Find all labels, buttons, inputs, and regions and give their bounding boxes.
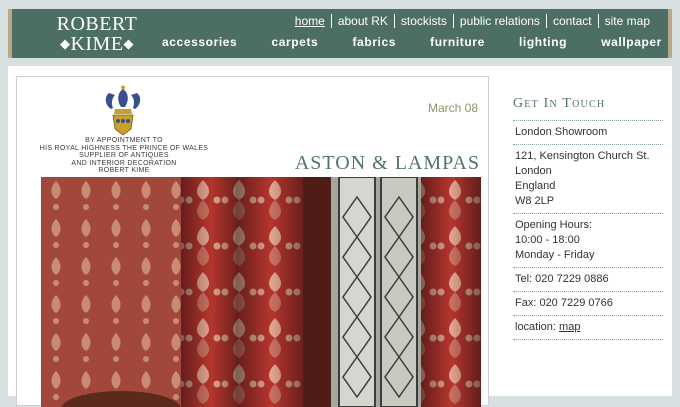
nav-wallpaper[interactable]: wallpaper — [601, 35, 662, 53]
nav-lighting[interactable]: lighting — [519, 35, 567, 53]
sidebar-divider — [513, 339, 663, 342]
get-in-touch-heading: Get In Touch — [513, 96, 606, 111]
fax: Fax: 020 7229 0766 — [515, 297, 613, 309]
warrant-line: SUPPLIER OF ANTIQUES — [79, 152, 169, 159]
article-date: March 08 — [427, 101, 478, 115]
logo-line-2: ◆KIME◆ — [52, 34, 142, 54]
address-line: London — [515, 165, 552, 177]
address-line: England — [515, 180, 556, 192]
location-label: location: — [515, 321, 556, 333]
map-link[interactable]: map — [559, 321, 580, 333]
hours-block: Opening Hours: 10:00 - 18:00 Monday - Fr… — [513, 213, 663, 267]
nav-contact[interactable]: contact — [545, 14, 598, 28]
address-line: W8 2LP — [515, 195, 555, 207]
prince-of-wales-feathers-icon — [105, 85, 141, 136]
nav-about-rk[interactable]: about RK — [330, 14, 394, 28]
address-line: 121, Kensington Church St. — [515, 150, 650, 162]
address-block: 121, Kensington Church St. London Englan… — [513, 144, 663, 213]
nav-furniture[interactable]: furniture — [430, 35, 485, 53]
hours-time: 10:00 - 18:00 — [515, 234, 580, 246]
main-nav: accessories carpets fabrics furniture li… — [162, 35, 662, 53]
telephone: Tel: 020 7229 0886 — [515, 273, 609, 285]
hours-label: Opening Hours: — [515, 219, 593, 231]
tel-block: Tel: 020 7229 0886 — [513, 267, 663, 291]
showroom-label: London Showroom — [515, 126, 608, 138]
nav-site-map[interactable]: site map — [597, 14, 656, 28]
nav-public-relations[interactable]: public relations — [452, 14, 546, 28]
warrant-line: AND INTERIOR DECORATION — [71, 159, 177, 167]
warrant-line: HIS ROYAL HIGHNESS THE PRINCE OF WALES — [39, 144, 209, 152]
nav-accessories[interactable]: accessories — [162, 35, 237, 53]
robert-kime-logo[interactable]: ROBERT ◆KIME◆ — [52, 14, 142, 54]
location-block: location: map — [513, 315, 663, 339]
nav-stockists[interactable]: stockists — [393, 14, 453, 28]
article-title: ASTON & LAMPAS — [294, 152, 480, 174]
diamond-icon: ◆ — [59, 36, 71, 51]
nav-home[interactable]: home — [289, 14, 331, 28]
warrant-line: BY APPOINTMENT TO — [85, 137, 163, 144]
fax-block: Fax: 020 7229 0766 — [513, 291, 663, 315]
contact-sidebar: Get In Touch London Showroom 121, Kensin… — [513, 96, 663, 342]
nav-fabrics[interactable]: fabrics — [352, 35, 396, 53]
hours-days: Monday - Friday — [515, 249, 595, 261]
logo-line-1: ROBERT — [56, 13, 138, 35]
diamond-icon: ◆ — [123, 36, 135, 51]
nav-carpets[interactable]: carpets — [271, 35, 318, 53]
curtains-photo — [41, 177, 481, 407]
royal-warrant-text: BY APPOINTMENT TO HIS ROYAL HIGHNESS THE… — [29, 137, 219, 175]
utility-nav: home about RK stockists public relations… — [289, 13, 656, 29]
article-card: BY APPOINTMENT TO HIS ROYAL HIGHNESS THE… — [16, 76, 489, 407]
content-panel: BY APPOINTMENT TO HIS ROYAL HIGHNESS THE… — [8, 66, 672, 407]
showroom-block: London Showroom — [513, 120, 663, 144]
warrant-line: ROBERT KIME — [98, 167, 150, 174]
logo-kime: KIME — [70, 33, 124, 55]
site-header: ROBERT ◆KIME◆ home about RK stockists pu… — [8, 9, 672, 58]
